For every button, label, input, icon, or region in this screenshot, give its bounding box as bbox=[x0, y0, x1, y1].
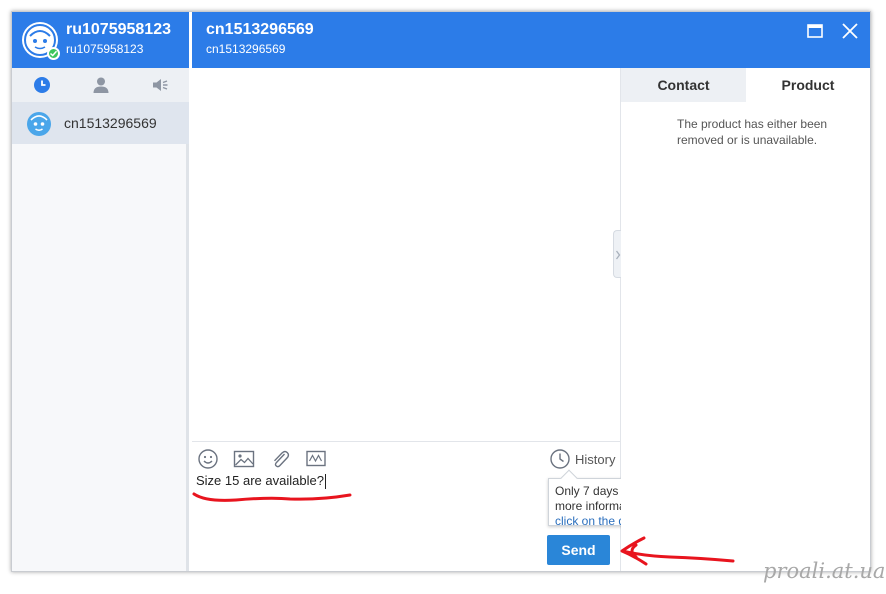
screenshot-icon bbox=[306, 450, 326, 467]
info-panel: Contact Product The product has either b… bbox=[621, 68, 870, 571]
speaker-icon bbox=[152, 79, 167, 91]
peer-user-id: cn1513296569 bbox=[206, 42, 286, 56]
sidebar-tabs bbox=[12, 68, 189, 102]
maximize-icon bbox=[807, 24, 823, 38]
avatar bbox=[26, 111, 52, 137]
message-history-area[interactable] bbox=[192, 68, 620, 441]
attachment-icon bbox=[273, 450, 290, 468]
close-window-button[interactable] bbox=[840, 21, 860, 41]
maximize-button[interactable] bbox=[806, 22, 824, 40]
watermark: proali.at.ua bbox=[763, 559, 886, 583]
screenshot-button[interactable] bbox=[305, 448, 327, 470]
history-clock-icon bbox=[550, 449, 570, 469]
message-input-value: Size 15 are available? bbox=[196, 473, 324, 488]
contact-person-icon bbox=[93, 77, 108, 93]
attachment-button[interactable] bbox=[269, 448, 291, 470]
history-button[interactable]: History bbox=[549, 448, 615, 470]
my-username: ru1075958123 bbox=[66, 21, 171, 38]
my-user-id: ru1075958123 bbox=[66, 42, 144, 56]
history-label: History bbox=[575, 451, 616, 467]
tab-product[interactable]: Product bbox=[746, 68, 870, 102]
my-profile-header: ru1075958123 ru1075958123 bbox=[12, 12, 189, 68]
list-item[interactable]: cn1513296569 bbox=[12, 102, 189, 144]
emoji-button[interactable] bbox=[197, 448, 219, 470]
message-input[interactable]: Size 15 are available? bbox=[196, 473, 326, 490]
peer-username: cn1513296569 bbox=[206, 21, 314, 38]
tab-contact[interactable]: Contact bbox=[621, 68, 746, 102]
conversation-sidebar: ru1075958123 ru1075958123 cn1513296569 bbox=[12, 12, 189, 571]
text-caret bbox=[324, 474, 326, 490]
conversation-name: cn1513296569 bbox=[64, 115, 157, 131]
clock-icon bbox=[33, 77, 50, 93]
close-icon bbox=[842, 23, 858, 39]
buyer-avatar-icon bbox=[27, 112, 51, 136]
online-status-icon bbox=[47, 47, 60, 60]
tab-notifications[interactable] bbox=[130, 68, 189, 102]
image-icon bbox=[233, 450, 255, 468]
panel-collapse-handle[interactable] bbox=[613, 230, 621, 278]
tab-contacts[interactable] bbox=[71, 68, 130, 102]
image-button[interactable] bbox=[233, 448, 255, 470]
product-unavailable-message: The product has either been removed or i… bbox=[677, 117, 828, 147]
send-button[interactable]: Send bbox=[547, 535, 610, 565]
toolbar-divider bbox=[192, 441, 620, 442]
emoji-icon bbox=[198, 449, 218, 469]
tab-recent[interactable] bbox=[12, 68, 71, 102]
chat-window: ru1075958123 ru1075958123 cn1513296569 c… bbox=[11, 11, 871, 572]
chat-header: cn1513296569 cn1513296569 bbox=[192, 12, 870, 68]
